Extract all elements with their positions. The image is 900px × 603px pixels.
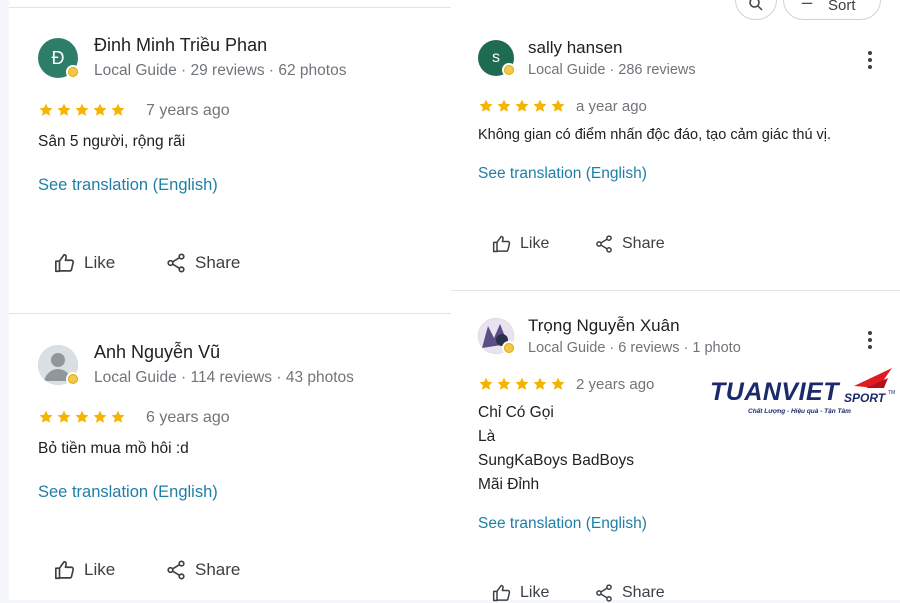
reviewer-name[interactable]: sally hansen xyxy=(528,38,623,58)
reviewer-meta: Local Guide · 286 reviews xyxy=(528,62,696,78)
reviewer-meta: Local Guide · 29 reviews · 62 photos xyxy=(94,62,347,79)
more-options-icon[interactable] xyxy=(860,330,880,350)
star-icon xyxy=(478,98,494,114)
like-button[interactable]: Like xyxy=(54,559,115,581)
like-label: Like xyxy=(84,560,116,579)
sort-button[interactable]: Sort xyxy=(783,0,881,20)
more-options-icon[interactable] xyxy=(860,50,880,70)
avatar[interactable] xyxy=(38,345,80,386)
review-date: 6 years ago xyxy=(146,409,230,426)
thumbs-up-icon xyxy=(55,560,75,580)
star-icon xyxy=(38,102,54,118)
star-icon xyxy=(478,376,494,392)
share-button[interactable]: Share xyxy=(165,252,240,274)
star-icon xyxy=(496,98,512,114)
see-translation-link[interactable]: See translation (English) xyxy=(478,515,647,533)
star-icon xyxy=(110,409,126,425)
sort-icon xyxy=(801,2,813,4)
logo-brand-suffix: SPORT xyxy=(844,391,887,405)
logo-tm: TM xyxy=(888,390,895,396)
star-icon xyxy=(92,102,108,118)
review-text: Sân 5 người, rộng rãi xyxy=(38,133,186,150)
avatar[interactable]: Đ xyxy=(38,38,80,79)
sort-label: Sort xyxy=(828,0,856,14)
star-rating xyxy=(478,376,566,392)
star-rating xyxy=(38,409,126,425)
thumbs-up-icon xyxy=(492,584,511,602)
review-divider-right xyxy=(451,290,900,291)
review-text: Không gian có điểm nhấn độc đáo, tạo cảm… xyxy=(478,127,832,143)
see-translation-link[interactable]: See translation (English) xyxy=(38,483,218,502)
star-icon xyxy=(110,102,126,118)
thumbs-up-icon xyxy=(492,235,511,253)
review-divider-left xyxy=(9,313,451,314)
star-icon xyxy=(496,376,512,392)
avatar[interactable]: s xyxy=(478,40,516,77)
review-text-line: Mãi Đỉnh xyxy=(478,476,540,493)
share-button[interactable]: Share xyxy=(594,234,665,254)
share-icon xyxy=(167,253,185,273)
review-date: 7 years ago xyxy=(146,102,230,119)
like-label: Like xyxy=(520,235,550,252)
top-divider-left xyxy=(9,7,451,8)
local-guide-badge-icon xyxy=(66,65,80,79)
like-button[interactable]: Like xyxy=(54,252,115,274)
logo-slogan: Chất Lượng - Hiệu quả - Tận Tâm xyxy=(748,407,851,415)
star-icon xyxy=(514,98,530,114)
local-guide-badge-icon xyxy=(502,341,516,355)
reviewer-meta: Local Guide · 6 reviews · 1 photo xyxy=(528,340,741,356)
review-text-line: Là xyxy=(478,428,496,445)
share-icon xyxy=(167,560,185,580)
star-icon xyxy=(514,376,530,392)
local-guide-badge-icon xyxy=(66,372,80,386)
tuanviet-sport-logo: TUANVIET SPORT TM Chất Lượng - Hiệu quả … xyxy=(708,364,900,424)
star-icon xyxy=(74,102,90,118)
star-icon xyxy=(38,409,54,425)
star-rating xyxy=(38,102,126,118)
star-rating xyxy=(478,98,566,114)
see-translation-link[interactable]: See translation (English) xyxy=(478,165,647,183)
share-button[interactable]: Share xyxy=(165,559,240,581)
logo-brand: TUANVIET xyxy=(710,378,841,406)
share-label: Share xyxy=(622,584,665,601)
search-icon xyxy=(749,0,763,11)
avatar-initial: s xyxy=(492,49,500,66)
local-guide-badge-icon xyxy=(502,63,516,77)
share-label: Share xyxy=(195,560,241,579)
star-icon xyxy=(532,98,548,114)
star-icon xyxy=(550,376,566,392)
star-icon xyxy=(56,409,72,425)
thumbs-up-icon xyxy=(55,253,75,273)
share-label: Share xyxy=(195,253,241,272)
star-icon xyxy=(532,376,548,392)
review-text-line: Chỉ Có Gọi xyxy=(478,404,554,421)
reviewer-name[interactable]: Đinh Minh Triều Phan xyxy=(94,35,267,56)
share-icon xyxy=(596,584,612,602)
reviews-column-left xyxy=(9,0,451,600)
reviews-column-right xyxy=(451,0,900,600)
star-icon xyxy=(550,98,566,114)
share-label: Share xyxy=(622,235,665,252)
reviewer-name[interactable]: Trọng Nguyễn Xuân xyxy=(528,316,680,336)
star-icon xyxy=(92,409,108,425)
star-icon xyxy=(74,409,90,425)
avatar[interactable] xyxy=(478,318,516,355)
like-button[interactable]: Like xyxy=(492,583,549,603)
like-label: Like xyxy=(520,584,550,601)
like-button[interactable]: Like xyxy=(492,234,549,254)
review-text: Bỏ tiền mua mồ hôi :d xyxy=(38,440,189,457)
star-icon xyxy=(56,102,72,118)
review-text-line: SungKaBoys BadBoys xyxy=(478,452,634,469)
share-button[interactable]: Share xyxy=(594,583,665,603)
avatar-initial: Đ xyxy=(51,47,65,68)
see-translation-link[interactable]: See translation (English) xyxy=(38,176,218,195)
share-icon xyxy=(596,235,612,253)
like-label: Like xyxy=(84,253,116,272)
reviewer-meta: Local Guide · 114 reviews · 43 photos xyxy=(94,369,354,386)
reviewer-name[interactable]: Anh Nguyễn Vũ xyxy=(94,342,220,363)
review-date: 2 years ago xyxy=(576,376,655,393)
review-date: a year ago xyxy=(576,98,647,115)
